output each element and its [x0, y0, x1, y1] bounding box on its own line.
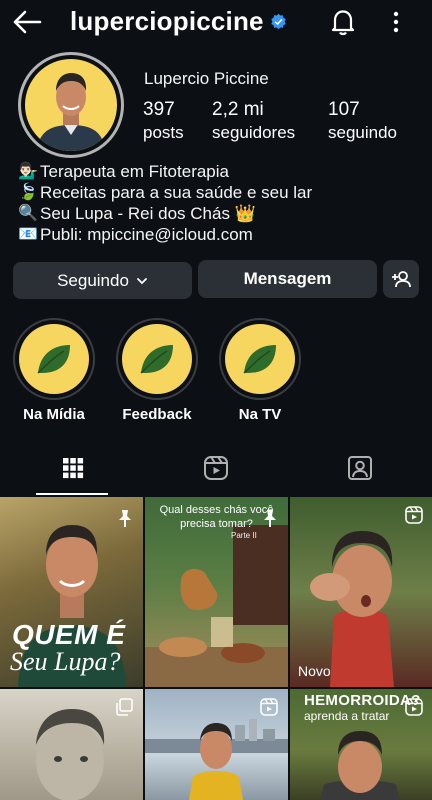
highlight-ring: [116, 318, 198, 400]
post-tile[interactable]: [0, 689, 143, 800]
leaf-icon: [37, 345, 70, 374]
post-tile[interactable]: Novo: [290, 497, 432, 687]
top-bar: luperciopiccine: [0, 0, 432, 46]
stat-label: posts: [143, 123, 184, 142]
bio-text: Seu Lupa - Rei dos Chás 👑: [40, 204, 256, 223]
stat-value: 397: [143, 99, 175, 120]
highlight-cover: [225, 324, 295, 394]
bell-icon[interactable]: [330, 8, 356, 36]
highlight-na-midia[interactable]: Na Mídia: [13, 318, 95, 423]
post-overlay-subtitle: Parte II: [231, 531, 257, 540]
reels-icon[interactable]: [201, 453, 231, 483]
stat-value: 107: [328, 99, 360, 120]
leaf-icon: [243, 345, 276, 374]
profile-avatar[interactable]: [18, 52, 124, 158]
carousel-icon: [116, 698, 133, 716]
chevron-down-icon: [137, 277, 147, 284]
bio-line: 🔍 Seu Lupa - Rei dos Chás 👑: [18, 203, 312, 224]
post-overlay-subtitle: Seu Lupa?: [10, 647, 121, 676]
post-overlay-subtitle: aprenda a tratar: [304, 709, 390, 723]
profile-full-name: Lupercio Piccine: [144, 69, 269, 88]
message-button[interactable]: Mensagem: [198, 260, 377, 298]
highlight-na-tv[interactable]: Na TV: [219, 318, 301, 423]
more-vertical-icon[interactable]: [388, 10, 404, 34]
reels-icon: [260, 698, 278, 716]
post-overlay-title: HEMORROIDA?: [304, 692, 421, 709]
verified-badge-icon: [271, 13, 286, 30]
bio-emoji: 🍃: [18, 184, 38, 201]
bio-text: Receitas para a sua saúde e seu lar: [40, 183, 313, 202]
bio-emoji: 📧: [18, 226, 38, 243]
add-person-icon: [392, 271, 411, 288]
highlight-label: Na TV: [238, 406, 282, 423]
message-button-label: Mensagem: [243, 269, 332, 288]
bio-line: 💁🏻‍♂️ Terapeuta em Fitoterapia: [18, 161, 312, 182]
following-button-label: Seguindo: [57, 270, 129, 290]
stat-posts[interactable]: 397 posts: [143, 99, 184, 143]
active-tab-indicator: [36, 493, 108, 495]
post-thumbnail: [310, 531, 394, 687]
bio-line[interactable]: 📧 Publi: mpiccine@icloud.com: [18, 224, 312, 245]
profile-bio: 💁🏻‍♂️ Terapeuta em Fitoterapia 🍃 Receita…: [18, 161, 312, 245]
stat-following[interactable]: 107 seguindo: [328, 99, 397, 143]
stat-followers[interactable]: 2,2 mi seguidores: [212, 99, 295, 143]
post-overlay-title: Novo: [298, 663, 331, 679]
highlight-ring: [219, 318, 301, 400]
grid-icon[interactable]: [58, 453, 88, 483]
bio-email-link[interactable]: Publi: mpiccine@icloud.com: [40, 224, 253, 245]
post-tile[interactable]: HEMORROIDA? aprenda a tratar: [290, 689, 432, 800]
leaf-icon: [140, 345, 173, 374]
post-overlay-title: Qual desses chás você precisa tomar?: [159, 504, 274, 530]
highlight-cover: [19, 324, 89, 394]
avatar-photo: [25, 59, 117, 151]
bio-emoji: 💁🏻‍♂️: [18, 163, 38, 180]
bio-line: 🍃 Receitas para a sua saúde e seu lar: [18, 182, 312, 203]
highlight-feedback[interactable]: Feedback: [116, 318, 198, 423]
post-tile[interactable]: [145, 689, 288, 800]
following-button[interactable]: Seguindo: [13, 262, 192, 299]
tagged-icon[interactable]: [345, 453, 375, 483]
bio-emoji: 🔍: [18, 205, 38, 222]
highlight-cover: [122, 324, 192, 394]
reels-icon: [405, 506, 423, 524]
stat-value: 2,2 mi: [212, 99, 264, 120]
add-user-button[interactable]: [383, 260, 419, 298]
post-tile[interactable]: Qual desses chás você precisa tomar? Par…: [145, 497, 288, 687]
stat-label: seguindo: [328, 123, 398, 142]
stat-label: seguidores: [212, 123, 296, 142]
arrow-left-icon[interactable]: [12, 9, 42, 35]
profile-username: luperciopiccine: [70, 6, 264, 36]
pin-icon: [119, 510, 131, 527]
post-tile[interactable]: QUEM É Seu Lupa?: [0, 497, 143, 687]
bio-text: Terapeuta em Fitoterapia: [40, 162, 229, 181]
highlight-ring: [13, 318, 95, 400]
profile-tabs: [0, 445, 432, 497]
